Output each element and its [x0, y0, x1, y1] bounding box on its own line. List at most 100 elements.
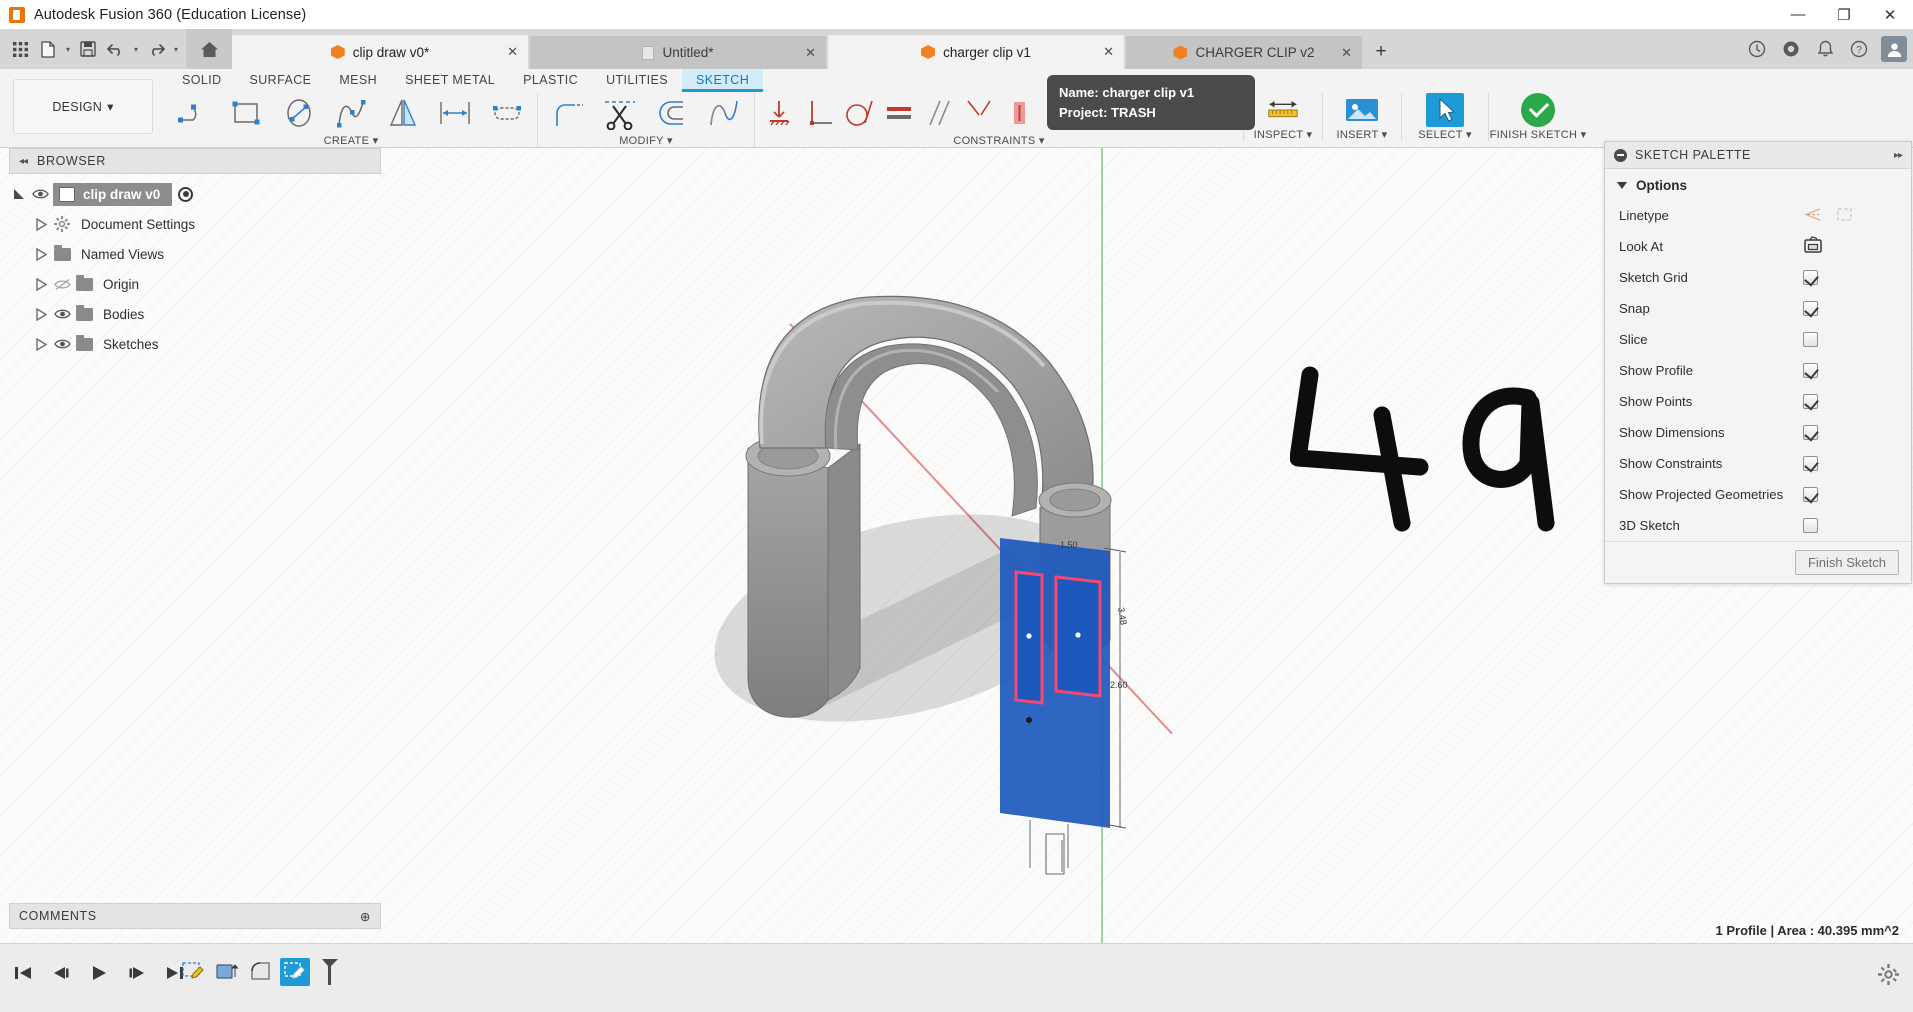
- visibility-eye-off-icon[interactable]: [51, 278, 73, 291]
- palette-row-show-dimensions[interactable]: Show Dimensions: [1605, 417, 1911, 448]
- ribbon-group-label[interactable]: INSPECT ▾: [1254, 128, 1313, 141]
- app-grid-icon[interactable]: [6, 34, 34, 64]
- look-at-icon[interactable]: [1803, 236, 1823, 257]
- undo-caret-icon[interactable]: ▾: [130, 34, 142, 64]
- tab-close-icon[interactable]: ✕: [507, 44, 518, 60]
- collapse-icon[interactable]: ◂◂: [19, 156, 28, 167]
- palette-row-sketch-grid[interactable]: Sketch Grid: [1605, 262, 1911, 293]
- tree-item-named-views[interactable]: Named Views: [9, 239, 381, 269]
- extensions-icon[interactable]: [1775, 32, 1807, 66]
- dimension-tool-icon[interactable]: [429, 93, 481, 133]
- radio-selected-icon[interactable]: [178, 186, 194, 202]
- minimize-icon[interactable]: [1614, 148, 1627, 162]
- finish-sketch-icon[interactable]: [1509, 93, 1567, 127]
- fix-constraint-icon[interactable]: [759, 93, 799, 133]
- tab-clip-draw-v0[interactable]: clip draw v0* ✕: [232, 35, 528, 69]
- spline-tool-icon[interactable]: [325, 93, 377, 133]
- new-document-icon[interactable]: [34, 34, 62, 64]
- avatar[interactable]: [1881, 36, 1907, 62]
- expand-arrow-icon[interactable]: [31, 307, 51, 321]
- tab-close-icon[interactable]: ✕: [805, 45, 816, 61]
- settings-gear-icon[interactable]: [1878, 964, 1899, 990]
- tab-untitled[interactable]: Untitled* ✕: [530, 36, 826, 69]
- fillet-tool-icon[interactable]: [542, 93, 594, 133]
- ribbon-group-label[interactable]: FINISH SKETCH ▾: [1490, 128, 1587, 141]
- show-profile-checkbox[interactable]: [1803, 363, 1818, 378]
- ribbon-group-label[interactable]: CONSTRAINTS ▾: [953, 134, 1044, 147]
- snap-checkbox[interactable]: [1803, 301, 1818, 316]
- palette-row-show-points[interactable]: Show Points: [1605, 386, 1911, 417]
- construction-line-icon[interactable]: [1803, 207, 1822, 225]
- trim-tool-icon[interactable]: [594, 93, 646, 133]
- tab-plastic[interactable]: PLASTIC: [509, 69, 592, 92]
- centerline-icon[interactable]: [1836, 207, 1853, 225]
- offset-tool-icon[interactable]: [646, 93, 698, 133]
- tab-surface[interactable]: SURFACE: [236, 69, 326, 92]
- design-workspace-selector[interactable]: DESIGN ▾: [13, 79, 153, 134]
- sketch-feature-icon[interactable]: [178, 958, 208, 986]
- sketch-grid-checkbox[interactable]: [1803, 270, 1818, 285]
- palette-row-show-constraints[interactable]: Show Constraints: [1605, 448, 1911, 479]
- line-tool-icon[interactable]: [169, 93, 221, 133]
- tree-root-clip-draw-v0[interactable]: clip draw v0: [9, 179, 381, 209]
- add-comment-icon[interactable]: ⊕: [360, 909, 371, 924]
- inspect-measure-icon[interactable]: [1254, 93, 1312, 127]
- expand-arrow-icon[interactable]: [9, 188, 29, 201]
- tab-utilities[interactable]: UTILITIES: [592, 69, 682, 92]
- show-constraints-checkbox[interactable]: [1803, 456, 1818, 471]
- step-back-icon[interactable]: [48, 960, 74, 986]
- ribbon-group-label[interactable]: INSERT ▾: [1337, 128, 1388, 141]
- tab-solid[interactable]: SOLID: [168, 69, 236, 92]
- close-button[interactable]: ✕: [1867, 0, 1913, 29]
- visibility-eye-icon[interactable]: [29, 188, 51, 200]
- tree-item-document-settings[interactable]: Document Settings: [9, 209, 381, 239]
- comments-panel-header[interactable]: COMMENTS ⊕: [9, 903, 381, 929]
- minimize-button[interactable]: —: [1775, 0, 1821, 29]
- ribbon-group-label[interactable]: SELECT ▾: [1418, 128, 1472, 141]
- expand-arrow-icon[interactable]: [31, 217, 51, 231]
- tab-mesh[interactable]: MESH: [325, 69, 391, 92]
- finish-sketch-button[interactable]: Finish Sketch: [1794, 550, 1899, 575]
- expand-arrow-icon[interactable]: [31, 277, 51, 291]
- show-points-checkbox[interactable]: [1803, 394, 1818, 409]
- tree-root-pill[interactable]: clip draw v0: [53, 182, 173, 206]
- 3d-sketch-checkbox[interactable]: [1803, 518, 1818, 533]
- expand-arrow-icon[interactable]: [31, 337, 51, 351]
- equal-constraint-icon[interactable]: [879, 93, 919, 133]
- sketch-active-feature-icon[interactable]: [280, 958, 310, 986]
- slice-checkbox[interactable]: [1803, 332, 1818, 347]
- step-forward-icon[interactable]: [124, 960, 150, 986]
- tree-item-sketches[interactable]: Sketches: [9, 329, 381, 359]
- visibility-eye-icon[interactable]: [51, 308, 73, 320]
- save-icon[interactable]: [74, 34, 102, 64]
- parallel-constraint-icon[interactable]: [919, 93, 959, 133]
- expand-icon[interactable]: ▸▸: [1894, 150, 1903, 161]
- maximize-button[interactable]: ❐: [1821, 0, 1867, 29]
- jobs-status-icon[interactable]: [1741, 32, 1773, 66]
- tree-item-origin[interactable]: Origin: [9, 269, 381, 299]
- extrude-feature-icon[interactable]: [212, 958, 242, 986]
- palette-row-snap[interactable]: Snap: [1605, 293, 1911, 324]
- show-dimensions-checkbox[interactable]: [1803, 425, 1818, 440]
- ribbon-group-label[interactable]: CREATE ▾: [324, 134, 379, 147]
- rectangle-tool-icon[interactable]: [221, 93, 273, 133]
- tab-close-icon[interactable]: ✕: [1341, 45, 1352, 61]
- options-section-header[interactable]: Options: [1605, 169, 1911, 200]
- expand-arrow-icon[interactable]: [31, 247, 51, 261]
- go-to-beginning-icon[interactable]: [10, 960, 36, 986]
- question-icon[interactable]: ?: [1843, 32, 1875, 66]
- bell-icon[interactable]: [1809, 32, 1841, 66]
- show-projected-geometries-checkbox[interactable]: [1803, 487, 1818, 502]
- tab-charger-clip-v1[interactable]: charger clip v1 ✕: [828, 35, 1124, 69]
- tab-sketch[interactable]: SKETCH: [682, 69, 764, 92]
- tree-item-bodies[interactable]: Bodies: [9, 299, 381, 329]
- palette-row-show-profile[interactable]: Show Profile: [1605, 355, 1911, 386]
- tab-sheet-metal[interactable]: SHEET METAL: [391, 69, 509, 92]
- mirror-tool-icon[interactable]: [377, 93, 429, 133]
- perpendicular-constraint-icon[interactable]: [799, 93, 839, 133]
- undo-icon[interactable]: [102, 34, 130, 64]
- fillet-feature-icon[interactable]: [246, 958, 276, 986]
- palette-row-3d-sketch[interactable]: 3D Sketch: [1605, 510, 1911, 541]
- timeline-marker-icon[interactable]: [314, 958, 344, 986]
- vertical-horizontal-constraint-icon[interactable]: [999, 93, 1039, 133]
